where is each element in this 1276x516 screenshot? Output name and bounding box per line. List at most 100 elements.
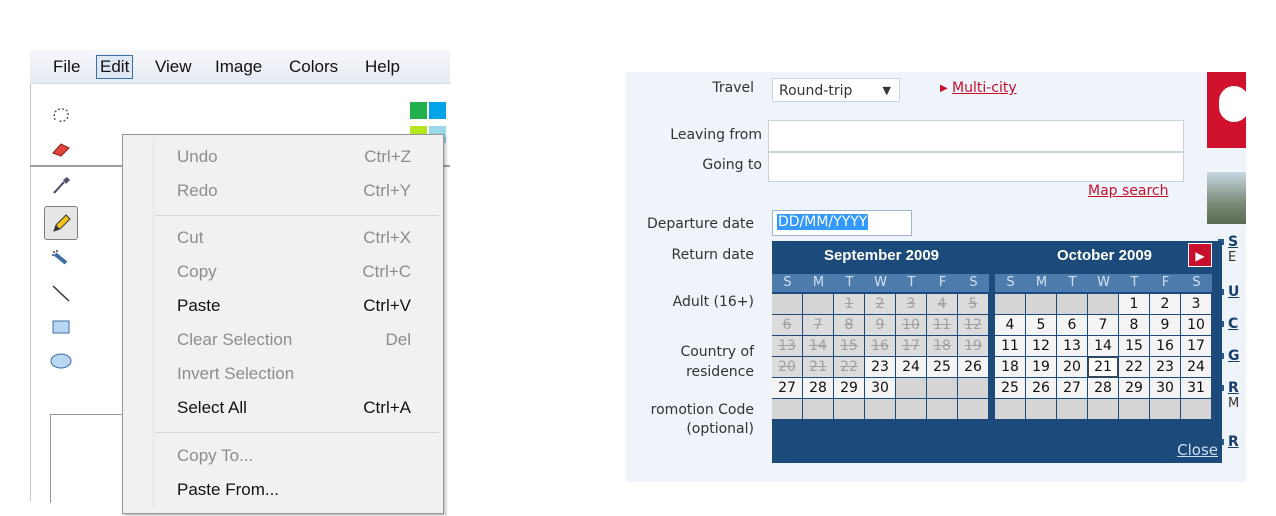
calendar-day[interactable]: 15	[1119, 336, 1149, 356]
calendar-day[interactable]: 23	[1150, 357, 1180, 377]
calendar-day[interactable]: 24	[896, 357, 926, 377]
calendar-day[interactable]: 21	[1088, 357, 1118, 377]
calendar-day[interactable]: 11	[995, 336, 1025, 356]
calendar-day[interactable]: 5	[1026, 315, 1056, 335]
menu-help[interactable]: Help	[362, 56, 403, 78]
pencil-icon[interactable]	[44, 206, 78, 240]
calendar-day[interactable]: 13	[1057, 336, 1087, 356]
calendar-day[interactable]: 25	[927, 357, 957, 377]
calendar-day[interactable]: 29	[834, 378, 864, 398]
calendar-day[interactable]: 14	[1088, 336, 1118, 356]
menu-item-paste[interactable]: Paste Ctrl+V	[177, 291, 427, 321]
map-search-link[interactable]: Map search	[1088, 183, 1169, 199]
calendar-day[interactable]: 20	[1057, 357, 1087, 377]
menu-colors[interactable]: Colors	[286, 56, 341, 78]
calendar-day[interactable]: 23	[865, 357, 895, 377]
calendar-day[interactable]: 18	[995, 357, 1025, 377]
menu-item-clear-selection[interactable]: Clear Selection Del	[177, 325, 427, 355]
sidebar-link[interactable]: G	[1218, 348, 1246, 364]
calendar-day[interactable]: 2	[1150, 294, 1180, 314]
free-select-icon[interactable]	[44, 100, 78, 130]
country-label-line2: residence	[686, 364, 754, 380]
calendar-day[interactable]: 28	[1088, 378, 1118, 398]
calendar-day[interactable]: 27	[772, 378, 802, 398]
calendar-close-link[interactable]: Close	[1177, 441, 1218, 459]
color-picker-icon[interactable]	[44, 170, 78, 200]
sidebar-link[interactable]: U	[1218, 284, 1246, 300]
calendar-day: 18	[927, 336, 957, 356]
calendar-day[interactable]: 17	[1181, 336, 1211, 356]
airbrush-icon[interactable]	[44, 244, 78, 274]
menu-item-redo[interactable]: Redo Ctrl+Y	[177, 176, 427, 206]
color-swatch[interactable]	[429, 102, 446, 119]
calendar-day[interactable]: 16	[1150, 336, 1180, 356]
calendar-empty-cell	[803, 399, 833, 419]
calendar-day[interactable]: 6	[1057, 315, 1087, 335]
departure-date-input[interactable]: DD/MM/YYYY	[772, 210, 912, 236]
menu-item-copy-to[interactable]: Copy To...	[177, 441, 427, 471]
calendar-empty-cell	[1088, 399, 1118, 419]
month-title: September 2009	[823, 247, 940, 264]
calendar-day[interactable]: 30	[1150, 378, 1180, 398]
calendar-empty-cell	[1057, 294, 1087, 314]
menu-item-shortcut: Ctrl+X	[363, 228, 411, 247]
menu-view[interactable]: View	[152, 56, 195, 78]
leaving-from-input[interactable]	[768, 120, 1184, 152]
calendar-day[interactable]: 31	[1181, 378, 1211, 398]
menu-item-undo[interactable]: Undo Ctrl+Z	[177, 142, 427, 172]
sidebar-link[interactable]: C	[1218, 316, 1246, 332]
calendar-day[interactable]: 26	[958, 357, 988, 377]
menu-separator	[155, 432, 439, 433]
calendar-empty-cell	[772, 294, 802, 314]
sidebar-link[interactable]: SE	[1218, 234, 1246, 265]
going-to-input[interactable]	[768, 152, 1184, 182]
arrow-right-icon: ▶	[940, 83, 948, 94]
next-month-arrow-icon[interactable]: ▶	[1188, 243, 1212, 267]
menu-edit[interactable]: Edit	[96, 55, 134, 79]
calendar-day[interactable]: 25	[995, 378, 1025, 398]
calendar-day[interactable]: 22	[1119, 357, 1149, 377]
menu-image[interactable]: Image	[212, 56, 265, 78]
ellipse-icon[interactable]	[44, 346, 78, 376]
sidebar-link[interactable]: R	[1218, 434, 1246, 450]
menu-item-copy[interactable]: Copy Ctrl+C	[177, 257, 427, 287]
menu-item-shortcut: Del	[385, 330, 411, 349]
multi-city-link[interactable]: Multi-city	[952, 80, 1017, 96]
calendar-day[interactable]: 27	[1057, 378, 1087, 398]
calendar-day: 11	[927, 315, 957, 335]
calendar-day[interactable]: 3	[1181, 294, 1211, 314]
weekday-header: T	[896, 274, 927, 292]
menu-file[interactable]: File	[50, 56, 83, 78]
departure-date-value: DD/MM/YYYY	[777, 214, 869, 230]
calendar-day[interactable]: 30	[865, 378, 895, 398]
calendar-day[interactable]: 8	[1119, 315, 1149, 335]
calendar-empty-cell	[1026, 399, 1056, 419]
travel-type-select[interactable]: Round-trip ▼	[772, 78, 900, 102]
calendar-day[interactable]: 12	[1026, 336, 1056, 356]
color-swatch[interactable]	[410, 102, 427, 119]
calendar-day[interactable]: 29	[1119, 378, 1149, 398]
calendar-day[interactable]: 24	[1181, 357, 1211, 377]
calendar-day[interactable]: 26	[1026, 378, 1056, 398]
calendar-day: 16	[865, 336, 895, 356]
calendar-day[interactable]: 9	[1150, 315, 1180, 335]
line-icon[interactable]	[44, 278, 78, 308]
calendar-day[interactable]: 19	[1026, 357, 1056, 377]
rectangle-icon[interactable]	[44, 312, 78, 342]
menu-item-paste-from[interactable]: Paste From...	[177, 475, 427, 505]
calendar-day[interactable]: 1	[1119, 294, 1149, 314]
menu-item-label: Cut	[177, 228, 204, 247]
calendar-empty-cell	[896, 399, 926, 419]
calendar-day[interactable]: 7	[1088, 315, 1118, 335]
menu-item-invert-selection[interactable]: Invert Selection	[177, 359, 427, 389]
menu-item-cut[interactable]: Cut Ctrl+X	[177, 223, 427, 253]
weekday-header: F	[1150, 274, 1181, 292]
calendar-day[interactable]: 4	[995, 315, 1025, 335]
menu-item-select-all[interactable]: Select All Ctrl+A	[177, 393, 427, 423]
eraser-icon[interactable]	[44, 134, 78, 164]
menu-item-label: Paste From...	[177, 480, 280, 499]
sidebar-link[interactable]: RM	[1218, 380, 1246, 411]
calendar-empty-cell	[995, 294, 1025, 314]
calendar-day[interactable]: 10	[1181, 315, 1211, 335]
calendar-day[interactable]: 28	[803, 378, 833, 398]
